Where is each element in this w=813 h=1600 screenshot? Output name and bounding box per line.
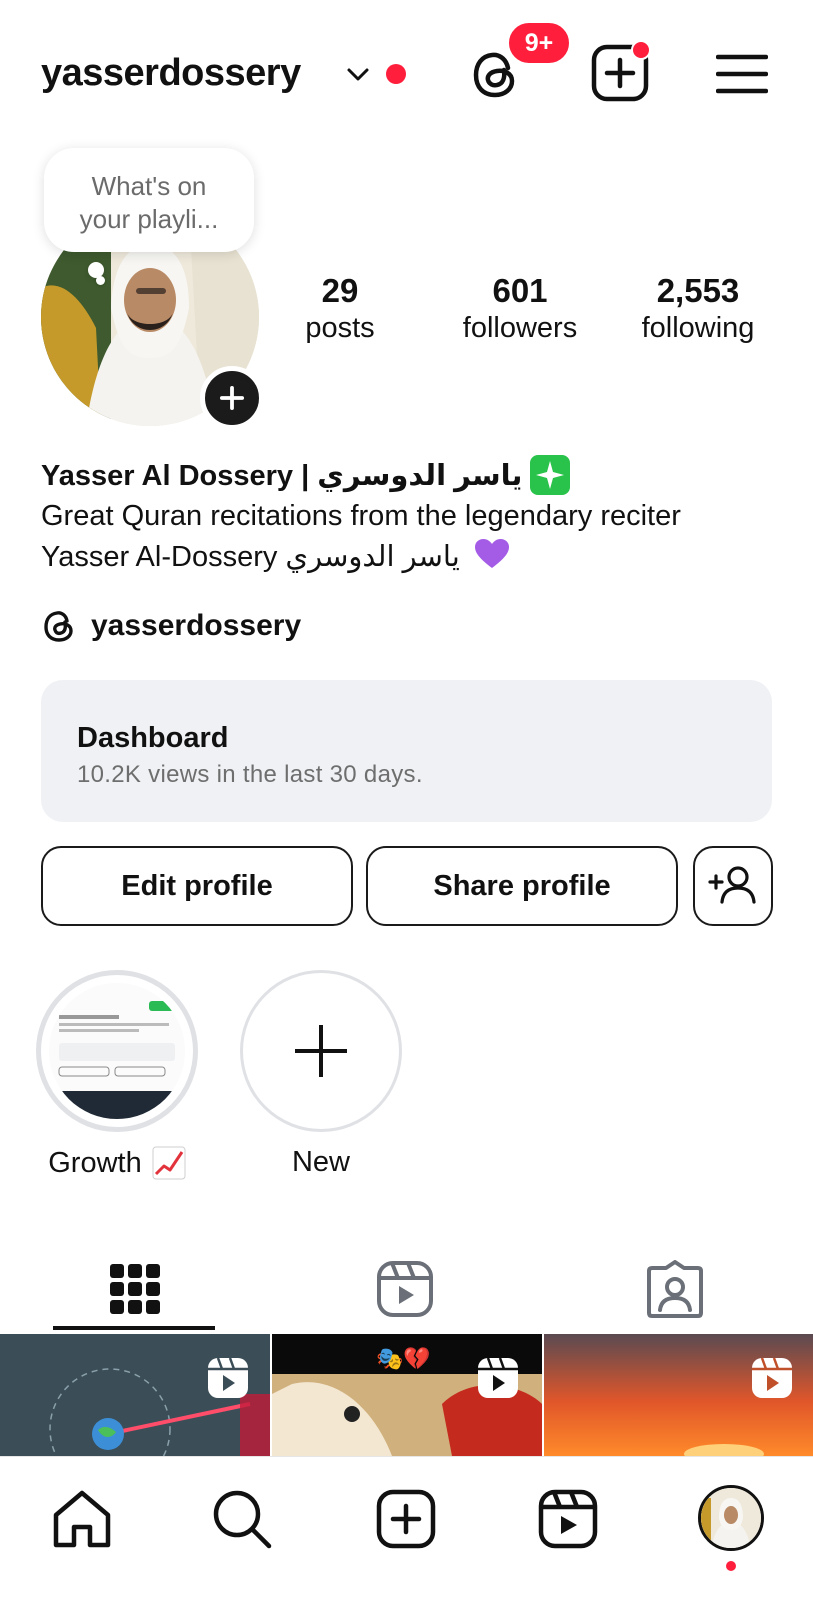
add-person-icon — [708, 866, 756, 904]
reels-icon[interactable] — [536, 1487, 600, 1551]
account-notification-dot — [386, 64, 406, 84]
tab-tagged[interactable] — [540, 1244, 810, 1334]
grid-post[interactable] — [544, 1334, 813, 1456]
add-story-icon[interactable] — [200, 366, 264, 430]
menu-icon[interactable] — [716, 52, 768, 96]
posts-grid: 🎭💔 — [0, 1334, 813, 1456]
chevron-down-icon[interactable] — [345, 62, 371, 88]
full-name: Yasser Al Dossery | ياسر الدوسري — [41, 455, 571, 495]
full-name-text: Yasser Al Dossery | ياسر الدوسري — [41, 459, 523, 492]
chart-increasing-icon — [152, 1146, 186, 1180]
discover-people-button[interactable] — [693, 846, 773, 926]
active-tab-indicator — [53, 1326, 215, 1330]
edit-profile-button[interactable]: Edit profile — [41, 846, 353, 926]
highlight-label: New — [291, 1146, 350, 1178]
search-icon[interactable] — [210, 1487, 274, 1551]
dashboard-subtitle: 10.2K views in the last 30 days. — [77, 761, 423, 788]
bio-line1: Great Quran recitations from the legenda… — [41, 500, 681, 532]
bottom-navigation — [0, 1456, 813, 1600]
note-text-line1: What's on — [91, 171, 207, 201]
followers-stat[interactable]: 601 followers — [440, 272, 600, 345]
reels-icon — [377, 1261, 433, 1317]
threads-icon — [44, 611, 73, 642]
grid-post[interactable] — [0, 1334, 270, 1456]
highlight-cover — [36, 970, 198, 1132]
followers-count: 601 — [492, 272, 548, 309]
highlight-thumbnail — [49, 983, 185, 1119]
profile-tabs — [0, 1244, 813, 1334]
home-icon[interactable] — [50, 1487, 114, 1551]
posts-count: 29 — [321, 272, 359, 309]
highlight-label: Growth — [48, 1146, 142, 1179]
note-text-line2: your playli... — [79, 204, 219, 234]
bio: Great Quran recitations from the legenda… — [41, 496, 781, 578]
note-bubble[interactable]: What's on your playli... — [44, 148, 254, 252]
followers-label: followers — [462, 312, 578, 344]
tab-reels[interactable] — [270, 1244, 540, 1334]
highlight-growth[interactable]: Growth — [36, 970, 198, 1180]
create-icon[interactable] — [374, 1487, 438, 1551]
reel-badge-icon — [478, 1357, 518, 1398]
threads-profile-link[interactable]: yasserdossery — [41, 607, 301, 645]
profile-avatar[interactable] — [698, 1485, 764, 1551]
reel-badge-icon — [752, 1357, 792, 1398]
tagged-icon — [647, 1260, 703, 1318]
username-title[interactable]: yasserdossery — [41, 52, 301, 95]
reel-badge-icon — [208, 1357, 248, 1398]
threads-notification-badge: 9+ — [506, 20, 572, 66]
following-stat[interactable]: 2,553 following — [618, 272, 778, 345]
top-bar: yasserdossery 9+ — [0, 0, 813, 140]
grid-post[interactable]: 🎭💔 — [272, 1334, 542, 1456]
share-profile-button[interactable]: Share profile — [366, 846, 678, 926]
note-bubble-tail-small — [96, 276, 105, 285]
new-highlight-circle — [240, 970, 402, 1132]
svg-text:🎭💔: 🎭💔 — [376, 1346, 431, 1372]
posts-stat[interactable]: 29 posts — [290, 272, 390, 345]
purple-heart-icon — [474, 539, 509, 568]
dashboard-title: Dashboard — [77, 722, 229, 754]
create-notification-dot — [631, 40, 651, 60]
grid-icon — [110, 1264, 160, 1314]
posts-label: posts — [305, 312, 375, 344]
plus-icon — [295, 1025, 347, 1077]
professional-dashboard[interactable]: Dashboard 10.2K views in the last 30 day… — [41, 680, 772, 822]
sparkle-icon — [530, 455, 571, 495]
threads-handle: yasserdossery — [91, 609, 302, 642]
following-label: following — [641, 312, 755, 344]
avatar-photo — [701, 1488, 761, 1548]
tab-posts-grid[interactable] — [0, 1244, 270, 1334]
bio-line2: Yasser Al-Dossery ياسر الدوسري — [41, 541, 460, 573]
profile-notification-dot — [726, 1561, 736, 1571]
following-count: 2,553 — [656, 272, 740, 309]
highlight-new[interactable]: New — [240, 970, 402, 1179]
